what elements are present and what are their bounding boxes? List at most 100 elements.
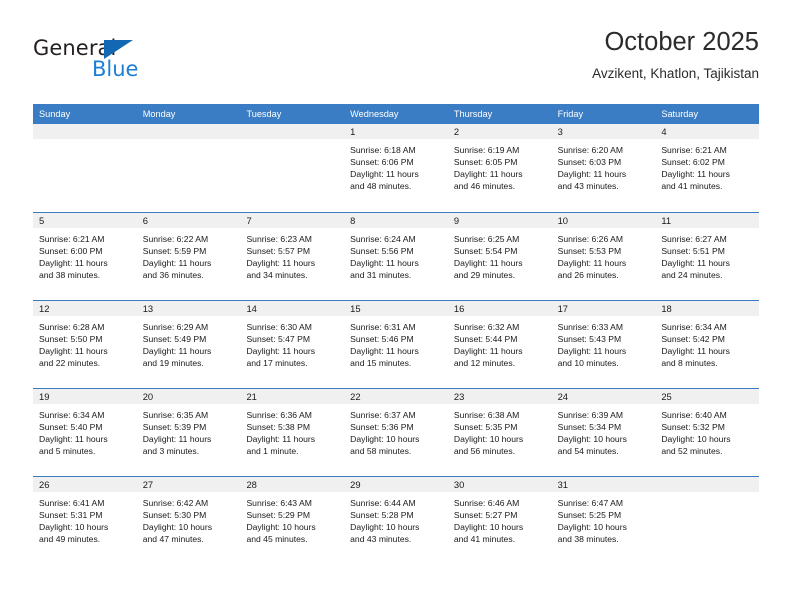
day-number: 3: [551, 124, 656, 139]
day-number: 9: [447, 213, 552, 228]
daylight-duration-line1: Daylight: 11 hours: [39, 434, 108, 445]
calendar-day-cell[interactable]: 10 Sunrise: 6:26 AM Sunset: 5:53 PM Dayligh…: [551, 213, 656, 300]
day-number: 16: [447, 301, 552, 316]
sunrise-time: Sunrise: 6:21 AM: [661, 145, 727, 155]
daylight-duration-line1: Daylight: 11 hours: [246, 258, 316, 269]
weekday-header-thursday: Thursday: [453, 109, 493, 119]
daylight-duration-line2: and 56 minutes.: [453, 446, 516, 457]
sunset-time: Sunset: 5:31 PM: [39, 510, 103, 521]
day-sun-info: Sunrise: 6:21 AM Sunset: 6:02 PM Daylight:…: [655, 139, 759, 192]
day-number: 27: [136, 477, 241, 492]
daylight-duration-line2: and 49 minutes.: [39, 534, 101, 545]
title-block: October 2025 Avzikent, Khatlon, Tajikist…: [592, 28, 759, 81]
sunrise-time: Sunrise: 6:33 AM: [557, 322, 624, 332]
sunrise-time: Sunrise: 6:23 AM: [246, 234, 312, 244]
calendar-day-cell[interactable]: 13 Sunrise: 6:29 AM Sunset: 5:49 PM Dayligh…: [136, 301, 241, 388]
daylight-duration-line1: Daylight: 10 hours: [246, 522, 316, 533]
calendar-day-cell[interactable]: 19 Sunrise: 6:34 AM Sunset: 5:40 PM Dayligh…: [33, 389, 137, 476]
day-number: 14: [240, 301, 345, 316]
sunset-time: Sunset: 5:49 PM: [142, 334, 207, 345]
daylight-duration-line1: Daylight: 10 hours: [557, 434, 627, 445]
daylight-duration-line2: and 31 minutes.: [350, 270, 412, 281]
daylight-duration-line2: and 36 minutes.: [142, 270, 204, 281]
calendar-day-cell[interactable]: 7 Sunrise: 6:23 AM Sunset: 5:57 PM Daylight…: [240, 213, 345, 300]
calendar-day-cell[interactable]: 5 Sunrise: 6:21 AM Sunset: 6:00 PM Daylight…: [33, 213, 137, 300]
sunset-time: Sunset: 5:39 PM: [142, 422, 207, 433]
day-sun-info: Sunrise: 6:22 AM Sunset: 5:59 PM Daylight:…: [137, 228, 241, 281]
calendar-day-cell[interactable]: 27 Sunrise: 6:42 AM Sunset: 5:30 PM Dayligh…: [136, 477, 241, 564]
sunrise-time: Sunrise: 6:47 AM: [557, 498, 624, 508]
daylight-duration-line2: and 43 minutes.: [557, 181, 619, 192]
daylight-duration-line1: Daylight: 10 hours: [350, 434, 420, 445]
sunset-time: Sunset: 6:00 PM: [39, 246, 103, 257]
day-sun-info: Sunrise: 6:41 AM Sunset: 5:31 PM Daylight:…: [33, 492, 137, 545]
daylight-duration-line2: and 12 minutes.: [453, 358, 516, 369]
sunrise-time: Sunrise: 6:28 AM: [39, 322, 105, 332]
calendar-day-cell[interactable]: 23 Sunrise: 6:38 AM Sunset: 5:35 PM Dayligh…: [447, 389, 552, 476]
daylight-duration-line1: Daylight: 11 hours: [142, 346, 212, 357]
weekday-header-wednesday: Wednesday: [350, 109, 399, 119]
calendar-day-cell[interactable]: 17 Sunrise: 6:33 AM Sunset: 5:43 PM Dayligh…: [551, 301, 656, 388]
day-sun-info: Sunrise: 6:27 AM Sunset: 5:51 PM Daylight:…: [655, 228, 759, 281]
calendar-day-cell-empty: [136, 124, 241, 212]
calendar-day-cell[interactable]: 22 Sunrise: 6:37 AM Sunset: 5:36 PM Dayligh…: [344, 389, 448, 476]
daylight-duration-line2: and 17 minutes.: [246, 358, 308, 369]
day-sun-info: Sunrise: 6:24 AM Sunset: 5:56 PM Daylight:…: [344, 228, 448, 281]
sunrise-time: Sunrise: 6:38 AM: [453, 410, 520, 420]
sunset-time: Sunset: 6:03 PM: [557, 157, 622, 168]
calendar-day-cell[interactable]: 8 Sunrise: 6:24 AM Sunset: 5:56 PM Daylight…: [344, 213, 448, 300]
daylight-duration-line1: Daylight: 11 hours: [39, 346, 108, 357]
calendar-day-cell[interactable]: 6 Sunrise: 6:22 AM Sunset: 5:59 PM Daylight…: [136, 213, 241, 300]
daylight-duration-line2: and 38 minutes.: [557, 534, 619, 545]
calendar-day-cell[interactable]: 2 Sunrise: 6:19 AM Sunset: 6:05 PM Daylight…: [447, 124, 552, 212]
day-number: 29: [344, 477, 448, 492]
daylight-duration-line2: and 48 minutes.: [350, 181, 412, 192]
logo-text-blue: Blue: [92, 57, 139, 81]
calendar-day-cell[interactable]: 16 Sunrise: 6:32 AM Sunset: 5:44 PM Dayligh…: [447, 301, 552, 388]
sunrise-time: Sunrise: 6:34 AM: [661, 322, 727, 332]
day-sun-info: Sunrise: 6:21 AM Sunset: 6:00 PM Daylight:…: [33, 228, 137, 281]
calendar-day-cell[interactable]: 3 Sunrise: 6:20 AM Sunset: 6:03 PM Daylight…: [551, 124, 656, 212]
daylight-duration-line2: and 54 minutes.: [557, 446, 619, 457]
calendar-day-cell[interactable]: 21 Sunrise: 6:36 AM Sunset: 5:38 PM Dayligh…: [240, 389, 345, 476]
daylight-duration-line2: and 52 minutes.: [661, 446, 723, 457]
calendar-day-cell[interactable]: 29 Sunrise: 6:44 AM Sunset: 5:28 PM Dayligh…: [344, 477, 448, 564]
daylight-duration-line1: Daylight: 11 hours: [350, 346, 419, 357]
day-number: 24: [551, 389, 656, 404]
sunrise-time: Sunrise: 6:19 AM: [453, 145, 520, 155]
day-number: 22: [344, 389, 448, 404]
calendar-day-cell[interactable]: 4 Sunrise: 6:21 AM Sunset: 6:02 PM Daylight…: [655, 124, 760, 212]
calendar-day-cell[interactable]: 25 Sunrise: 6:40 AM Sunset: 5:32 PM Dayligh…: [655, 389, 760, 476]
calendar-day-cell[interactable]: 30 Sunrise: 6:46 AM Sunset: 5:27 PM Dayligh…: [447, 477, 552, 564]
sunrise-time: Sunrise: 6:44 AM: [350, 498, 416, 508]
sunrise-time: Sunrise: 6:26 AM: [557, 234, 624, 244]
calendar-day-cell[interactable]: 1 Sunrise: 6:18 AM Sunset: 6:06 PM Daylight…: [344, 124, 448, 212]
day-number: 5: [33, 213, 137, 228]
calendar-day-cell[interactable]: 15 Sunrise: 6:31 AM Sunset: 5:46 PM Dayligh…: [344, 301, 448, 388]
calendar-day-cell[interactable]: 31 Sunrise: 6:47 AM Sunset: 5:25 PM Dayligh…: [551, 477, 656, 564]
sunset-time: Sunset: 5:28 PM: [350, 510, 414, 521]
sunset-time: Sunset: 5:38 PM: [246, 422, 310, 433]
daylight-duration-line1: Daylight: 10 hours: [661, 434, 731, 445]
daylight-duration-line2: and 24 minutes.: [661, 270, 723, 281]
daylight-duration-line1: Daylight: 10 hours: [557, 522, 627, 533]
sunset-time: Sunset: 5:42 PM: [661, 334, 725, 345]
calendar-day-cell[interactable]: 28 Sunrise: 6:43 AM Sunset: 5:29 PM Dayligh…: [240, 477, 345, 564]
general-blue-logo[interactable]: General Blue: [33, 36, 213, 92]
calendar-day-cell[interactable]: 20 Sunrise: 6:35 AM Sunset: 5:39 PM Dayligh…: [136, 389, 241, 476]
calendar-day-cell[interactable]: 26 Sunrise: 6:41 AM Sunset: 5:31 PM Dayligh…: [33, 477, 137, 564]
calendar-day-cell[interactable]: 14 Sunrise: 6:30 AM Sunset: 5:47 PM Dayligh…: [240, 301, 345, 388]
sunrise-time: Sunrise: 6:24 AM: [350, 234, 416, 244]
calendar-day-cell[interactable]: 11 Sunrise: 6:27 AM Sunset: 5:51 PM Dayligh…: [655, 213, 760, 300]
sunset-time: Sunset: 6:05 PM: [453, 157, 518, 168]
sunrise-time: Sunrise: 6:46 AM: [453, 498, 520, 508]
calendar-day-cell[interactable]: 24 Sunrise: 6:39 AM Sunset: 5:34 PM Dayligh…: [551, 389, 656, 476]
daylight-duration-line1: Daylight: 11 hours: [557, 258, 627, 269]
sunset-time: Sunset: 5:40 PM: [39, 422, 103, 433]
daylight-duration-line2: and 26 minutes.: [557, 270, 619, 281]
calendar-day-cell[interactable]: 12 Sunrise: 6:28 AM Sunset: 5:50 PM Dayligh…: [33, 301, 137, 388]
day-sun-info: Sunrise: 6:30 AM Sunset: 5:47 PM Daylight:…: [240, 316, 344, 369]
calendar-day-cell[interactable]: 18 Sunrise: 6:34 AM Sunset: 5:42 PM Dayligh…: [655, 301, 760, 388]
calendar-week-row: 1 Sunrise: 6:18 AM Sunset: 6:06 PM Daylight…: [33, 124, 760, 212]
calendar-day-cell[interactable]: 9 Sunrise: 6:25 AM Sunset: 5:54 PM Daylight…: [447, 213, 552, 300]
